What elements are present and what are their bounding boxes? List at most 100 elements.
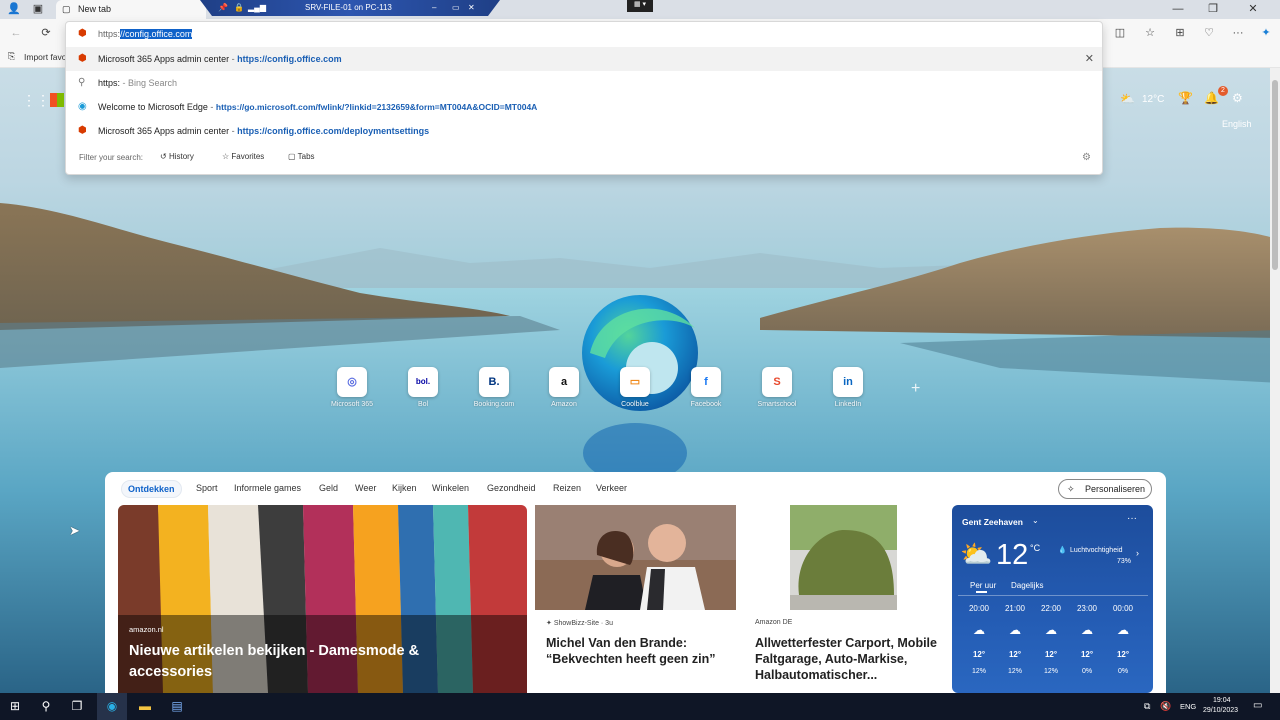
quick-link-label[interactable]: Booking.com	[464, 401, 524, 408]
language-indicator[interactable]: ENG	[1180, 702, 1196, 711]
settings-gear-icon[interactable]: ⚙	[1082, 152, 1091, 163]
tab-new-tab[interactable]: ▢ New tab	[56, 0, 206, 19]
edge-taskbar-icon[interactable]: ◉	[97, 693, 127, 720]
quick-link-tile[interactable]: ▭	[620, 367, 650, 397]
rdp-close-icon[interactable]: ✕	[468, 0, 475, 16]
close-window-icon[interactable]: ✕	[1245, 2, 1261, 17]
search-icon[interactable]: ⚲	[31, 693, 61, 720]
tab-per-uur[interactable]: Per uur	[970, 581, 996, 590]
feed-tab[interactable]: Weer	[355, 482, 376, 494]
add-shortcut-plus-icon[interactable]: +	[911, 380, 920, 398]
feed-tab[interactable]: Verkeer	[596, 482, 627, 494]
language-link[interactable]: English	[1222, 119, 1252, 129]
feed-tab[interactable]: Geld	[319, 482, 338, 494]
file-explorer-icon[interactable]: ▬	[130, 693, 160, 720]
split-screen-icon[interactable]: ◫	[1110, 23, 1130, 43]
browser-essentials-icon[interactable]: ♡	[1199, 23, 1219, 43]
feed-tab[interactable]: Sport	[196, 482, 218, 494]
import-favorites-link[interactable]: Import favo	[24, 52, 67, 62]
card-title: Allwetterfester Carport, Mobile Faltgara…	[755, 636, 937, 682]
hour-time: 00:00	[1112, 604, 1134, 613]
rdp-restore-icon[interactable]: ▭	[452, 0, 460, 16]
volume-muted-icon[interactable]: 🔇	[1160, 701, 1171, 712]
page-settings-gear-icon[interactable]: ⚙	[1232, 91, 1243, 105]
back-arrow-icon[interactable]: ←	[6, 23, 26, 43]
import-favorites-icon[interactable]: ⎘	[8, 51, 15, 62]
news-card-celebrity[interactable]: ✦ ShowBizz-Site · 3u Michel Van den Bran…	[535, 505, 736, 693]
suggestion-item[interactable]: ⚲ https: - Bing Search	[66, 71, 1102, 95]
feed-tab[interactable]: Gezondheid	[487, 482, 536, 494]
card-source-text: ShowBizz-Site · 3u	[553, 620, 613, 627]
weather-next-chevron-icon[interactable]: ›	[1136, 548, 1139, 558]
rewards-icon[interactable]: 🏆	[1178, 91, 1193, 105]
feed-tab[interactable]: Reizen	[553, 482, 581, 494]
page-scrollbar[interactable]	[1270, 68, 1280, 693]
carport-product-image	[744, 505, 945, 610]
quick-link-label[interactable]: LinkedIn	[818, 401, 878, 408]
quick-link-tile[interactable]: in	[833, 367, 863, 397]
quick-link-label[interactable]: Coolblue	[605, 401, 665, 408]
quick-link-label[interactable]: Facebook	[676, 401, 736, 408]
quick-link-label[interactable]: Bol	[393, 401, 453, 408]
weather-widget[interactable]: Gent Zeehaven ⌄ ··· ⛅ 12 °C 💧 Luchtvocht…	[952, 505, 1153, 693]
header-weather-temp[interactable]: 12°C	[1142, 94, 1164, 105]
feed-tab[interactable]: Kijken	[392, 482, 417, 494]
feed-tab[interactable]: Informele games	[234, 482, 301, 494]
more-options-icon[interactable]: ···	[1228, 23, 1248, 43]
feed-tab[interactable]: Ontdekken	[121, 480, 182, 498]
quick-link-label[interactable]: Amazon	[534, 401, 594, 408]
quick-link-tile[interactable]: f	[691, 367, 721, 397]
quick-link-tile[interactable]: a	[549, 367, 579, 397]
pin-icon[interactable]: 📌	[218, 0, 228, 16]
favorites-star-icon[interactable]: ☆	[1140, 23, 1160, 43]
notifications-bell-icon[interactable]: 🔔	[1204, 91, 1219, 105]
quick-link-tile[interactable]: S	[762, 367, 792, 397]
tab-title: New tab	[78, 4, 112, 14]
star-icon: ☆	[222, 152, 230, 161]
quick-link-tile[interactable]: bol.	[408, 367, 438, 397]
quick-link-tile[interactable]: B.	[479, 367, 509, 397]
maximize-window-icon[interactable]: ❐	[1205, 2, 1221, 17]
location-chevron-down-icon[interactable]: ⌄	[1032, 516, 1039, 525]
task-view-icon[interactable]: ❐	[62, 693, 92, 720]
clock-date[interactable]: 29/10/2023	[1203, 707, 1238, 714]
remote-desktop-taskbar-icon[interactable]: ▤	[162, 693, 192, 720]
minimize-window-icon[interactable]: —	[1170, 2, 1186, 17]
workspaces-icon[interactable]: ▣	[30, 2, 46, 17]
network-icon[interactable]: ⧉	[1144, 701, 1150, 712]
address-bar-dropdown: ⬢ https://config.office.com ⬢ Microsoft …	[65, 21, 1103, 175]
humidity-drop-icon: 💧	[1058, 547, 1067, 554]
scrollbar-thumb[interactable]	[1272, 80, 1278, 270]
weather-more-options-icon[interactable]: ···	[1127, 513, 1137, 524]
address-input[interactable]: ⬢ https://config.office.com	[66, 22, 1102, 46]
quick-link-label[interactable]: Smartschool	[747, 401, 807, 408]
quick-link-tile[interactable]: ◎	[337, 367, 367, 397]
suggestion-item[interactable]: ⬢ Microsoft 365 Apps admin center - http…	[66, 47, 1102, 71]
news-card-scarves[interactable]: amazon.nl Nieuwe artikelen bekijken - Da…	[118, 505, 527, 693]
rdp-switcher-icon[interactable]: ▦ ▾	[627, 0, 653, 12]
filter-history[interactable]: ↺ History	[160, 152, 194, 161]
suggestion-item[interactable]: ⬢ Microsoft 365 Apps admin center - http…	[66, 119, 1102, 143]
remote-desktop-bar[interactable]: 📌 🔒 ▂▄▆ SRV-FILE-01 on PC-113 – ▭ ✕	[200, 0, 500, 16]
feed-tab[interactable]: Winkelen	[432, 482, 469, 494]
suggestion-separator: -	[207, 102, 216, 112]
notification-center-icon[interactable]: ▭	[1253, 700, 1262, 711]
suggestion-item[interactable]: ◉ Welcome to Microsoft Edge - https://go…	[66, 95, 1102, 119]
start-windows-icon[interactable]: ⊞	[0, 693, 30, 720]
refresh-icon[interactable]: ⟳	[36, 23, 56, 43]
filter-favorites[interactable]: ☆ Favorites	[222, 152, 264, 161]
remove-suggestion-close-icon[interactable]: ✕	[1085, 47, 1094, 71]
cloud-icon: ☁	[1117, 623, 1129, 637]
card-title: Michel Van den Brande: “Bekvechten heeft…	[546, 636, 716, 666]
rdp-minimize-icon[interactable]: –	[432, 0, 436, 16]
quick-link-label[interactable]: Microsoft 365	[322, 401, 382, 408]
profile-icon[interactable]: 👤	[6, 2, 22, 17]
collections-icon[interactable]: ⊞	[1170, 23, 1190, 43]
weather-location[interactable]: Gent Zeehaven	[962, 517, 1023, 527]
filter-tabs[interactable]: ▢ Tabs	[288, 152, 315, 161]
news-card-carport[interactable]: Amazon DE Allwetterfester Carport, Mobil…	[744, 505, 945, 693]
copilot-icon[interactable]: ✦	[1256, 23, 1276, 43]
clock-time[interactable]: 19:04	[1213, 697, 1231, 704]
personalize-button[interactable]: ✧ Personaliseren	[1058, 479, 1152, 499]
tab-dagelijks[interactable]: Dagelijks	[1011, 581, 1043, 590]
